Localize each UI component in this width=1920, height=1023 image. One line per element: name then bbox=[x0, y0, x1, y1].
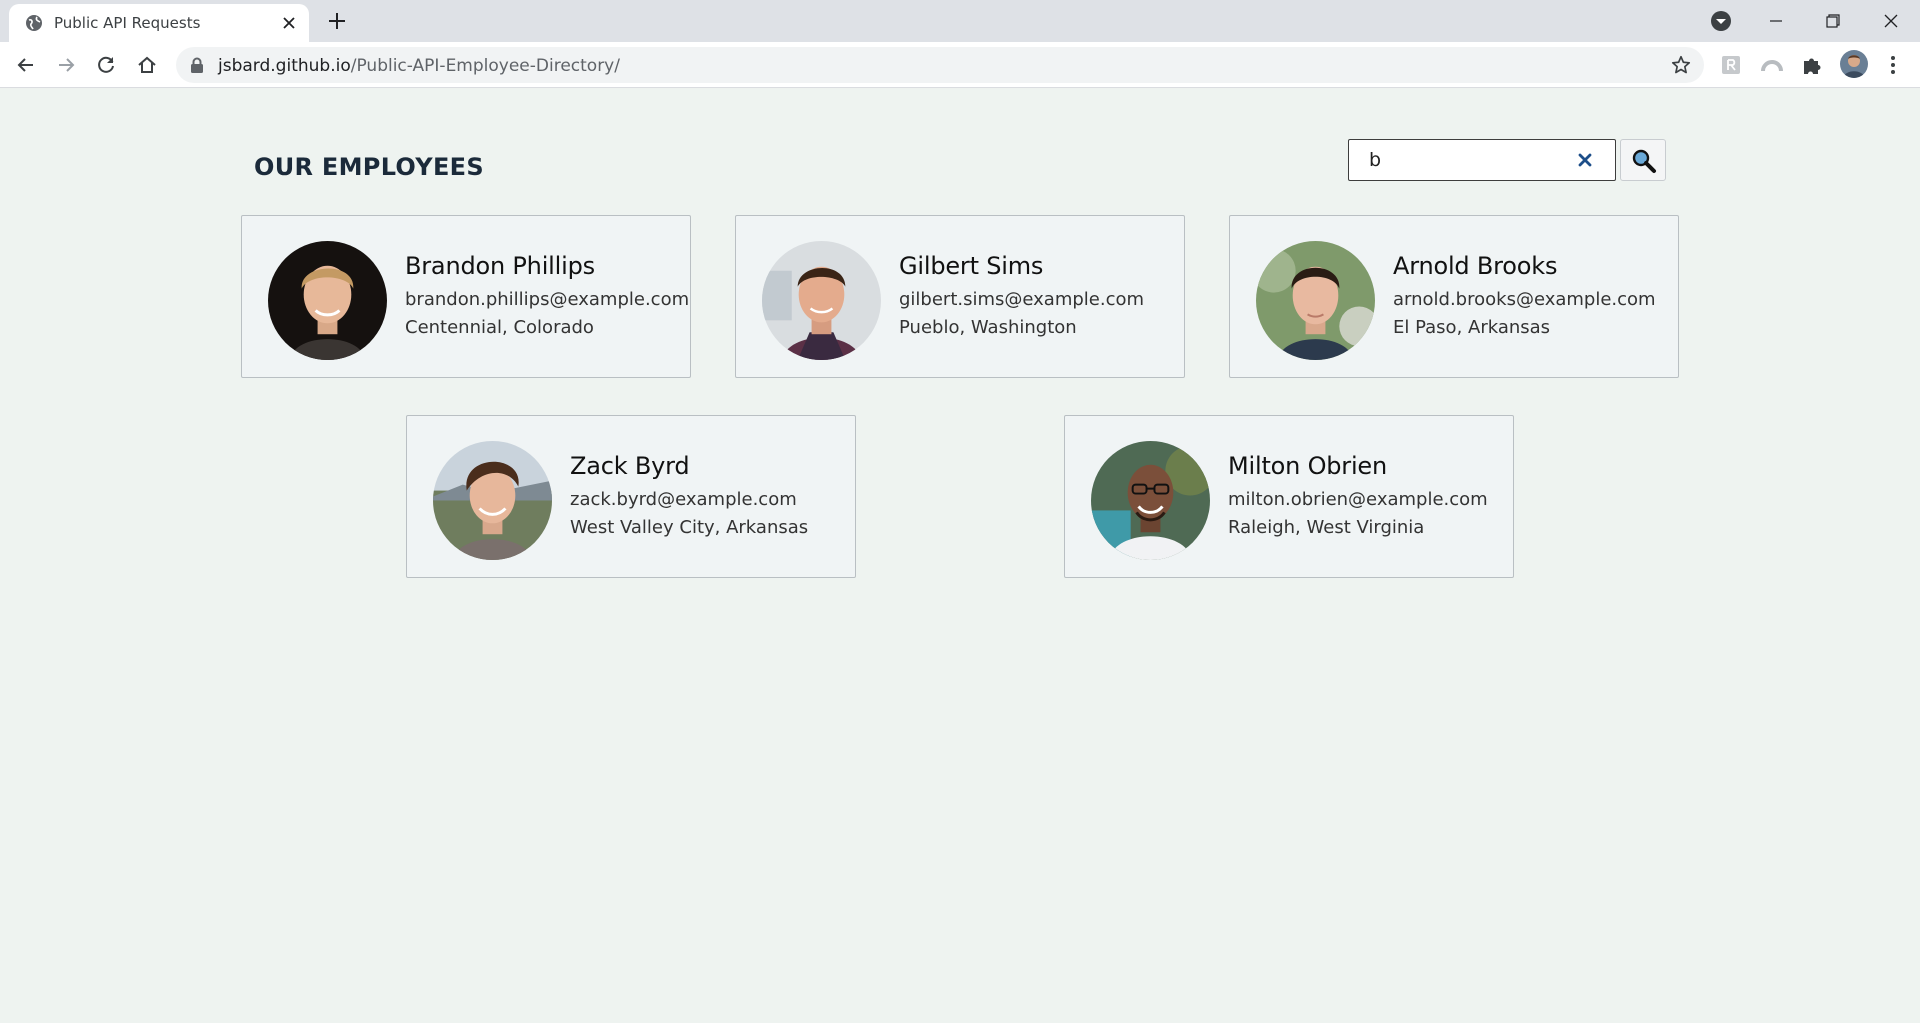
browser-toolbar: jsbard.github.io/Public-API-Employee-Dir… bbox=[0, 42, 1920, 88]
tab-title: Public API Requests bbox=[54, 14, 201, 32]
page-title: OUR EMPLOYEES bbox=[254, 153, 484, 181]
page-content: OUR EMPLOYEES Brandon Phillips brandon.p… bbox=[0, 89, 1920, 1023]
search-submit-button[interactable] bbox=[1620, 139, 1666, 181]
browser-tab[interactable]: Public API Requests bbox=[9, 4, 309, 42]
back-icon[interactable] bbox=[14, 53, 38, 77]
employee-email: zack.byrd@example.com bbox=[570, 489, 797, 510]
extension-arc-icon[interactable] bbox=[1759, 52, 1785, 78]
extension-reader-icon[interactable] bbox=[1718, 52, 1744, 78]
profile-avatar[interactable] bbox=[1840, 50, 1868, 78]
tab-strip: Public API Requests bbox=[0, 0, 1920, 42]
employee-card[interactable]: Arnold Brooks arnold.brooks@example.com … bbox=[1229, 215, 1679, 378]
forward-icon[interactable] bbox=[54, 53, 78, 77]
employee-name: Arnold Brooks bbox=[1393, 252, 1558, 280]
search-icon bbox=[1632, 149, 1656, 173]
restore-icon[interactable] bbox=[1820, 8, 1846, 34]
globe-icon bbox=[25, 14, 43, 32]
employee-location: Centennial, Colorado bbox=[405, 317, 594, 338]
search-input[interactable] bbox=[1349, 140, 1569, 180]
employee-card[interactable]: Gilbert Sims gilbert.sims@example.com Pu… bbox=[735, 215, 1185, 378]
menu-kebab-icon[interactable] bbox=[1880, 52, 1906, 78]
employee-card[interactable]: Zack Byrd zack.byrd@example.com West Val… bbox=[406, 415, 856, 578]
bookmark-star-icon[interactable] bbox=[1670, 54, 1692, 76]
employee-photo bbox=[433, 441, 552, 560]
extensions-puzzle-icon[interactable] bbox=[1799, 52, 1825, 78]
employee-name: Gilbert Sims bbox=[899, 252, 1044, 280]
tab-close-icon[interactable] bbox=[279, 13, 299, 33]
employee-name: Brandon Phillips bbox=[405, 252, 595, 280]
search-container bbox=[1348, 139, 1616, 181]
reload-icon[interactable] bbox=[94, 53, 118, 77]
address-bar[interactable]: jsbard.github.io/Public-API-Employee-Dir… bbox=[176, 47, 1704, 83]
home-icon[interactable] bbox=[135, 53, 159, 77]
employee-name: Zack Byrd bbox=[570, 452, 690, 480]
employee-card[interactable]: Brandon Phillips brandon.phillips@exampl… bbox=[241, 215, 691, 378]
employee-name: Milton Obrien bbox=[1228, 452, 1388, 480]
employee-location: Pueblo, Washington bbox=[899, 317, 1077, 338]
url-host: jsbard.github.io bbox=[218, 56, 351, 76]
employee-location: El Paso, Arkansas bbox=[1393, 317, 1551, 338]
url-path: /Public-API-Employee-Directory/ bbox=[350, 56, 620, 76]
url-text[interactable]: jsbard.github.io/Public-API-Employee-Dir… bbox=[218, 56, 620, 76]
minimize-icon[interactable] bbox=[1763, 8, 1789, 34]
employee-photo bbox=[762, 241, 881, 360]
tab-search-icon[interactable] bbox=[1708, 8, 1734, 34]
new-tab-icon[interactable] bbox=[326, 10, 348, 32]
employee-email: brandon.phillips@example.com bbox=[405, 289, 690, 310]
employee-email: gilbert.sims@example.com bbox=[899, 289, 1145, 310]
employee-location: West Valley City, Arkansas bbox=[570, 517, 809, 538]
employee-photo bbox=[1091, 441, 1210, 560]
employee-photo bbox=[268, 241, 387, 360]
window-close-icon[interactable] bbox=[1878, 8, 1904, 34]
employee-card[interactable]: Milton Obrien milton.obrien@example.com … bbox=[1064, 415, 1514, 578]
employee-location: Raleigh, West Virginia bbox=[1228, 517, 1425, 538]
employee-email: arnold.brooks@example.com bbox=[1393, 289, 1656, 310]
employee-photo bbox=[1256, 241, 1375, 360]
clear-search-icon[interactable] bbox=[1575, 150, 1595, 170]
employee-email: milton.obrien@example.com bbox=[1228, 489, 1488, 510]
lock-icon[interactable] bbox=[190, 57, 204, 73]
